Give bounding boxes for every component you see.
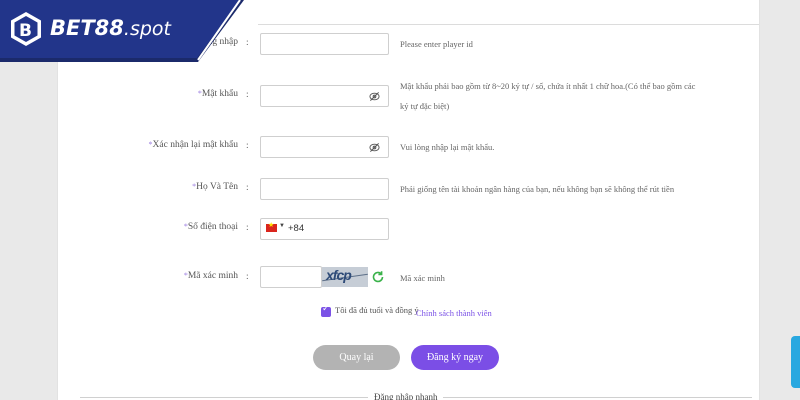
- confirm-password-input[interactable]: [260, 136, 389, 158]
- vietnam-flag-icon[interactable]: [266, 221, 277, 232]
- logo-letter: B: [19, 21, 32, 41]
- captcha-input[interactable]: [260, 266, 322, 288]
- phone-input[interactable]: ▼ +84: [260, 218, 389, 240]
- fullname-input[interactable]: [260, 178, 389, 200]
- eye-off-icon[interactable]: [369, 142, 380, 153]
- fullname-hint: Phải giống tên tài khoản ngân hàng của b…: [400, 184, 675, 194]
- captcha-label: *Mã xác minh: [183, 271, 238, 281]
- top-divider: [258, 24, 759, 25]
- fullname-label: *Họ Và Tên: [192, 182, 238, 192]
- confirm-password-label: *Xác nhận lại mật khẩu: [148, 140, 238, 150]
- captcha-colon: :: [246, 272, 249, 282]
- captcha-image-text: xfcp: [326, 267, 352, 283]
- refresh-icon[interactable]: [371, 270, 385, 284]
- username-input[interactable]: [260, 33, 389, 55]
- agree-checkbox[interactable]: [321, 304, 331, 317]
- password-hint-line1: Mật khẩu phải bao gồm từ 8~20 ký tự / số…: [400, 81, 696, 91]
- phone-label: *Số điện thoại: [183, 222, 238, 232]
- username-colon: :: [246, 38, 249, 48]
- brand-domain: .spot: [123, 18, 171, 40]
- confirm-password-hint: Vui lòng nhập lại mật khẩu.: [400, 142, 495, 152]
- captcha-hint: Mã xác minh: [400, 273, 445, 283]
- phone-colon: :: [246, 223, 249, 233]
- caret-down-icon[interactable]: ▼: [279, 223, 285, 229]
- password-label: *Mật khẩu: [197, 89, 238, 99]
- logo-b-icon: B: [11, 12, 41, 46]
- confirm-password-colon: :: [246, 141, 249, 151]
- register-button[interactable]: Đăng ký ngay: [411, 345, 499, 370]
- password-hint-line2: ký tự đặc biệt): [400, 101, 450, 111]
- country-code: +84: [288, 223, 305, 234]
- captcha-image[interactable]: xfcp: [322, 267, 368, 287]
- username-hint: Please enter player id: [400, 39, 473, 49]
- quick-login-label: Đăng nhập nhanh: [368, 392, 444, 400]
- brand-name: BET88: [50, 16, 124, 40]
- side-chat-tab[interactable]: [791, 336, 800, 388]
- eye-off-icon[interactable]: [369, 91, 380, 102]
- back-button[interactable]: Quay lại: [313, 345, 400, 370]
- password-colon: :: [246, 90, 249, 100]
- agree-text: Tôi đã đủ tuổi và đồng ý: [335, 305, 419, 315]
- member-policy-link[interactable]: Chính sách thành viên: [416, 308, 492, 318]
- password-input[interactable]: [260, 85, 389, 107]
- brand-logo: BET88.spot: [50, 16, 171, 40]
- fullname-colon: :: [246, 183, 249, 193]
